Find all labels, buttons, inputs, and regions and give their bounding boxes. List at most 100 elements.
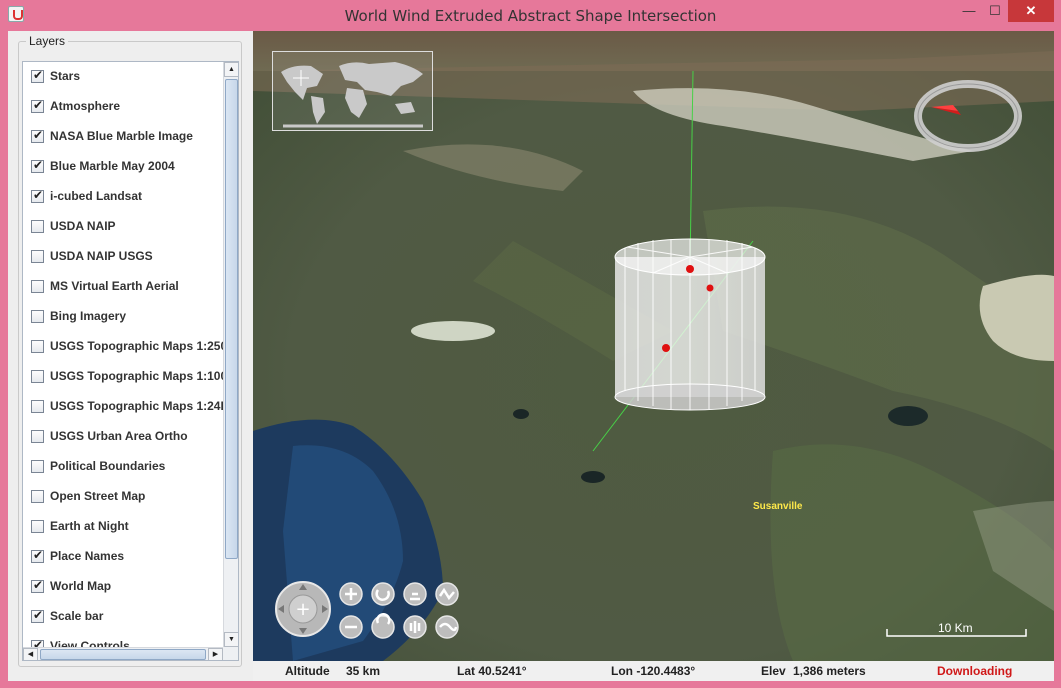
close-button[interactable]: ✕ xyxy=(1008,0,1054,22)
layer-label: Earth at Night xyxy=(50,519,129,533)
layer-checkbox[interactable] xyxy=(31,340,44,353)
title-bar[interactable]: World Wind Extruded Abstract Shape Inter… xyxy=(0,0,1061,30)
layer-checkbox[interactable] xyxy=(31,608,44,623)
layer-checkbox[interactable] xyxy=(31,370,44,383)
heading-left-icon[interactable] xyxy=(371,582,395,606)
intersection-marker xyxy=(706,284,714,292)
scroll-right-button[interactable]: ▶ xyxy=(208,648,223,660)
layer-label: Place Names xyxy=(50,549,125,563)
vertical-scrollbar[interactable]: ▲ ▼ xyxy=(223,62,238,647)
horizontal-scrollbar[interactable]: ◀ ▶ xyxy=(23,647,223,660)
scroll-corner xyxy=(223,647,238,660)
globe-view[interactable]: Susanville + 10 Km xyxy=(253,31,1054,661)
layer-checkbox[interactable] xyxy=(31,158,44,173)
layer-checkbox[interactable] xyxy=(31,68,44,83)
layers-list: Stars Atmosphere NASA Blue Marble Image Blu… xyxy=(22,61,239,661)
layer-checkbox[interactable] xyxy=(31,548,44,563)
layers-list-viewport: Stars Atmosphere NASA Blue Marble Image Blu… xyxy=(23,62,223,647)
layer-label: Blue Marble May 2004 xyxy=(50,159,175,173)
layer-checkbox[interactable] xyxy=(31,638,44,647)
layer-label: i-cubed Landsat xyxy=(50,189,143,203)
world-map-overlay[interactable] xyxy=(272,51,433,131)
layer-label: Bing Imagery xyxy=(50,309,127,323)
scale-bar: 10 Km xyxy=(886,621,1028,643)
latitude-readout: Lat 40.5241° xyxy=(457,664,527,678)
maximize-button[interactable]: ☐ xyxy=(982,0,1008,22)
layer-row[interactable]: NASA Blue Marble Image xyxy=(23,122,223,152)
minimize-button[interactable]: — xyxy=(956,0,982,22)
scroll-up-button[interactable]: ▲ xyxy=(224,62,238,77)
world-map-icon xyxy=(281,62,423,128)
layer-row[interactable]: USGS Topographic Maps 1:100 xyxy=(23,362,223,392)
layer-checkbox[interactable] xyxy=(31,430,44,443)
layer-row[interactable]: MS Virtual Earth Aerial xyxy=(23,272,223,302)
layer-label: Political Boundaries xyxy=(50,459,166,473)
compass-icon[interactable] xyxy=(913,79,1023,154)
horizontal-scroll-thumb[interactable] xyxy=(40,649,206,660)
layer-label: USGS Topographic Maps 1:24K xyxy=(50,399,223,413)
layer-checkbox[interactable] xyxy=(31,280,44,293)
layer-label: MS Virtual Earth Aerial xyxy=(50,279,179,293)
scroll-left-button[interactable]: ◀ xyxy=(23,648,38,660)
layer-row[interactable]: Place Names xyxy=(23,542,223,572)
intersection-marker xyxy=(686,265,694,273)
layers-title: Layers xyxy=(26,34,69,48)
layer-checkbox[interactable] xyxy=(31,250,44,263)
intersection-marker xyxy=(662,344,670,352)
layer-checkbox[interactable] xyxy=(31,578,44,593)
layer-label: Atmosphere xyxy=(50,99,121,113)
layer-row[interactable]: Bing Imagery xyxy=(23,302,223,332)
heading-right-icon[interactable] xyxy=(371,615,395,639)
main-content: Layers Stars Atmosphere NASA Blue Marble I… xyxy=(8,31,1054,681)
layer-row[interactable]: Blue Marble May 2004 xyxy=(23,152,223,182)
layer-row[interactable]: USDA NAIP xyxy=(23,212,223,242)
layer-label: NASA Blue Marble Image xyxy=(50,129,193,143)
layer-row[interactable]: USDA NAIP USGS xyxy=(23,242,223,272)
layer-row[interactable]: View Controls xyxy=(23,632,223,647)
layer-row[interactable]: USGS Topographic Maps 1:24K xyxy=(23,392,223,422)
layer-label: Open Street Map xyxy=(50,489,146,503)
elevation-value: 1,386 meters xyxy=(793,664,866,678)
layer-label: USGS Topographic Maps 1:250 xyxy=(50,339,223,353)
scroll-down-button[interactable]: ▼ xyxy=(224,632,238,647)
layer-checkbox[interactable] xyxy=(31,220,44,233)
layer-row[interactable]: USGS Urban Area Ortho xyxy=(23,422,223,452)
layer-checkbox[interactable] xyxy=(31,460,44,473)
layer-checkbox[interactable] xyxy=(31,520,44,533)
layer-row[interactable]: Open Street Map xyxy=(23,482,223,512)
layer-label: World Map xyxy=(50,579,112,593)
layer-row[interactable]: Atmosphere xyxy=(23,92,223,122)
extruded-cylinder-shape[interactable] xyxy=(614,238,766,411)
view-controls: + xyxy=(275,581,465,641)
layer-checkbox[interactable] xyxy=(31,98,44,113)
layer-checkbox[interactable] xyxy=(31,490,44,503)
layer-row[interactable]: i-cubed Landsat xyxy=(23,182,223,212)
altitude-value: 35 km xyxy=(346,664,381,678)
layer-row[interactable]: Earth at Night xyxy=(23,512,223,542)
layer-row[interactable]: World Map xyxy=(23,572,223,602)
layer-label: USGS Topographic Maps 1:100 xyxy=(50,369,223,383)
layer-label: USGS Urban Area Ortho xyxy=(50,429,188,443)
layer-checkbox[interactable] xyxy=(31,128,44,143)
app-window: World Wind Extruded Abstract Shape Inter… xyxy=(0,0,1061,688)
layers-panel: Layers Stars Atmosphere NASA Blue Marble I… xyxy=(18,34,242,667)
elevation-label: Elev xyxy=(761,664,786,678)
status-bar: Altitude 35 km Lat 40.5241° Lon -120.448… xyxy=(253,661,1054,681)
vertical-scroll-thumb[interactable] xyxy=(225,79,238,559)
window-title: World Wind Extruded Abstract Shape Inter… xyxy=(344,7,717,25)
vertical-exaggeration-down-icon[interactable] xyxy=(435,615,459,639)
layer-row[interactable]: USGS Topographic Maps 1:250 xyxy=(23,332,223,362)
altitude-label: Altitude xyxy=(285,664,330,678)
layer-label: USDA NAIP xyxy=(50,219,116,233)
layer-checkbox[interactable] xyxy=(31,188,44,203)
layer-label: USDA NAIP USGS xyxy=(50,249,153,263)
layer-row[interactable]: Stars xyxy=(23,62,223,92)
place-name-label: Susanville xyxy=(753,501,803,512)
longitude-readout: Lon -120.4483° xyxy=(611,664,696,678)
layer-row[interactable]: Scale bar xyxy=(23,602,223,632)
download-status: Downloading xyxy=(937,664,1013,678)
layer-checkbox[interactable] xyxy=(31,310,44,323)
pan-control-icon[interactable]: + xyxy=(275,581,331,637)
layer-checkbox[interactable] xyxy=(31,400,44,413)
layer-row[interactable]: Political Boundaries xyxy=(23,452,223,482)
